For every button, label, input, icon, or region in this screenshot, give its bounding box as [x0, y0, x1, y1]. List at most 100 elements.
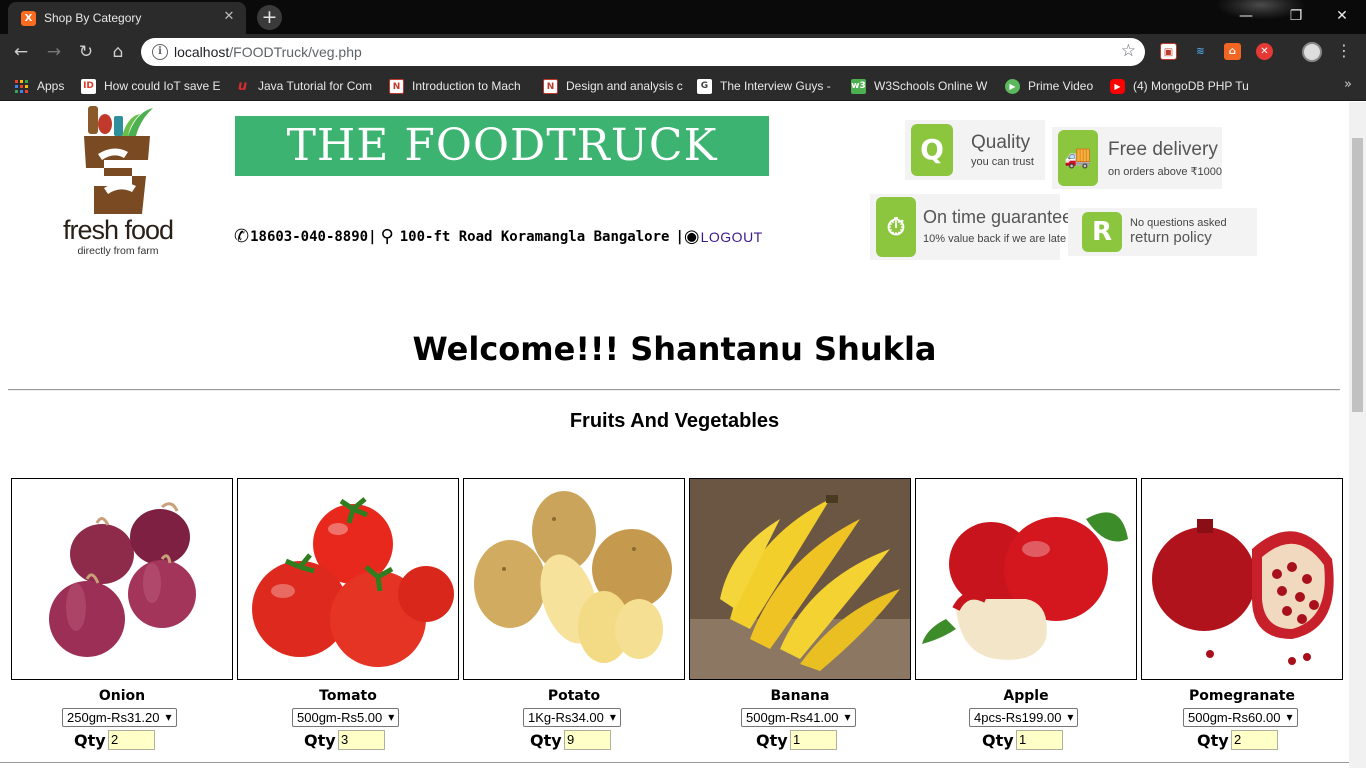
bookmark-star-icon[interactable]: ☆ — [1121, 41, 1136, 61]
new-tab-button[interactable]: + — [257, 5, 282, 30]
bookmark-item[interactable]: ▶ Prime Video — [1005, 76, 1093, 96]
address-bar[interactable]: i localhost/FOODTruck/veg.php ☆ — [141, 38, 1145, 66]
qty-input[interactable]: 3 — [338, 730, 385, 750]
qty-input[interactable]: 9 — [564, 730, 611, 750]
browser-toolbar: ← → ↻ ⌂ i localhost/FOODTruck/veg.php ☆ … — [0, 34, 1366, 70]
grocery-bag-icon — [84, 106, 153, 214]
bookmark-favicon-icon: w3 — [851, 78, 866, 94]
product-image-potato[interactable] — [463, 478, 685, 680]
extension-icon-4[interactable]: ✕ — [1256, 43, 1273, 60]
restore-button[interactable]: ❐ — [1276, 5, 1316, 27]
bookmark-apps[interactable]: Apps — [15, 76, 64, 96]
browser-tab-active[interactable]: X Shop By Category ✕ — [8, 2, 246, 34]
product-name: Apple — [1003, 688, 1049, 704]
bookmark-item[interactable]: ▶ (4) MongoDB PHP Tu — [1110, 76, 1249, 96]
product-size-select[interactable]: 500gm-Rs41.00 — [741, 708, 856, 727]
bookmark-item[interactable]: w3 W3Schools Online W — [851, 76, 987, 96]
browser-titlebar: X Shop By Category ✕ + — ❐ ✕ — [0, 0, 1366, 34]
tab-title: Shop By Category — [44, 11, 142, 25]
back-arrow-icon[interactable]: ← — [9, 40, 33, 64]
qty-label: Qty — [756, 731, 788, 750]
product-image-pomegranate[interactable] — [1141, 478, 1343, 680]
bookmark-item[interactable]: N Design and analysis c — [543, 76, 683, 96]
product-image-tomato[interactable] — [237, 478, 459, 680]
logo-tagline: directly from farm — [77, 245, 159, 257]
user-icon: ◉ — [683, 226, 700, 247]
bookmarks-bar: Apps ID How could IoT save E u Java Tuto… — [0, 70, 1366, 101]
product-size-select[interactable]: 4pcs-Rs199.00 — [969, 708, 1079, 727]
phone-icon: ✆ — [234, 226, 250, 247]
bookmark-favicon-icon: N — [543, 78, 558, 94]
product-name: Potato — [547, 688, 601, 704]
tab-favicon-icon: X — [21, 11, 36, 26]
logout-link[interactable]: LOGOUT — [701, 229, 763, 245]
product-name: Onion — [98, 688, 146, 704]
product-name: Banana — [770, 688, 830, 704]
product-size-select[interactable]: 500gm-Rs60.00 — [1183, 708, 1298, 727]
welcome-heading: Welcome!!! Shantanu Shukla — [412, 330, 937, 368]
extension-icon-1[interactable]: ▣ — [1160, 43, 1177, 60]
extension-icon-3[interactable]: ⌂ — [1224, 43, 1241, 60]
address-url[interactable]: localhost/FOODTruck/veg.php — [174, 44, 362, 60]
bookmarks-overflow-icon[interactable]: » — [1344, 77, 1352, 92]
bookmark-favicon-icon: ▶ — [1110, 78, 1125, 94]
home-icon[interactable]: ⌂ — [106, 40, 130, 64]
page-content: fresh food directly from farm THE FOODTR… — [0, 102, 1349, 768]
reload-icon[interactable]: ↻ — [74, 40, 98, 64]
minimize-button[interactable]: — — [1226, 5, 1266, 27]
product-image-banana[interactable] — [689, 478, 911, 680]
product-size-select[interactable]: 250gm-Rs31.20 — [62, 708, 177, 727]
bookmark-favicon-icon: ID — [81, 78, 96, 94]
contact-line: ✆ 18603-040-8890 | ⚲ 100-ft Road Koraman… — [234, 226, 763, 247]
tab-close-icon[interactable]: ✕ — [220, 8, 238, 26]
banner-title: THE FOODTRUCK — [286, 120, 718, 171]
bottom-divider — [0, 762, 1349, 763]
site-info-icon[interactable]: i — [152, 44, 168, 60]
logo-title: fresh food — [62, 215, 174, 245]
qty-input[interactable]: 1 — [1016, 730, 1063, 750]
product-image-onion[interactable] — [11, 478, 233, 680]
qty-label: Qty — [74, 731, 106, 750]
bookmark-item[interactable]: ID How could IoT save E — [81, 76, 221, 96]
page-scrollbar[interactable] — [1349, 102, 1366, 768]
qty-label: Qty — [982, 731, 1014, 750]
menu-kebab-icon[interactable]: ⋮ — [1336, 41, 1352, 60]
divider — [8, 389, 1340, 391]
fresh-food-logo: fresh food directly from farm — [58, 102, 180, 260]
address-text: 100-ft Road Koramangla Bangalore — [399, 228, 670, 245]
product-size-select[interactable]: 1Kg-Rs34.00 — [523, 708, 621, 727]
product-name: Tomato — [319, 688, 377, 704]
apps-grid-icon — [15, 79, 28, 93]
stopwatch-icon: ⏱ — [876, 197, 916, 257]
badge-return-policy: R No questions asked return policy — [1068, 208, 1257, 256]
product-image-apple[interactable] — [915, 478, 1137, 680]
extension-icon-2[interactable]: ≋ — [1192, 43, 1209, 60]
quality-q-icon: Q — [911, 124, 953, 176]
badge-free-delivery: 🚚 Free delivery on orders above ₹1000 — [1052, 127, 1222, 189]
qty-label: Qty — [1197, 731, 1229, 750]
site-banner: THE FOODTRUCK — [235, 116, 769, 176]
qty-input[interactable]: 1 — [790, 730, 837, 750]
qty-input[interactable]: 2 — [1231, 730, 1278, 750]
badge-on-time: ⏱ On time guarantee 10% value back if we… — [870, 194, 1072, 260]
scrollbar-thumb[interactable] — [1352, 138, 1363, 412]
phone-number: 18603-040-8890 — [250, 228, 369, 245]
close-window-button[interactable]: ✕ — [1322, 5, 1362, 27]
forward-arrow-icon[interactable]: → — [42, 40, 66, 64]
section-title: Fruits And Vegetables — [569, 410, 780, 432]
bookmark-item[interactable]: G The Interview Guys - — [697, 76, 831, 96]
product-size-select[interactable]: 500gm-Rs5.00 — [292, 708, 400, 727]
bookmark-favicon-icon: G — [697, 78, 712, 94]
bookmark-item[interactable]: u Java Tutorial for Com — [235, 76, 372, 96]
bookmark-favicon-icon: ▶ — [1005, 78, 1020, 94]
qty-label: Qty — [530, 731, 562, 750]
qty-input[interactable]: 2 — [108, 730, 155, 750]
delivery-truck-icon: 🚚 — [1058, 130, 1098, 186]
bookmark-favicon-icon: u — [237, 78, 248, 94]
bookmark-item[interactable]: N Introduction to Mach — [389, 76, 521, 96]
location-pin-icon: ⚲ — [380, 226, 394, 247]
profile-avatar[interactable] — [1302, 42, 1322, 62]
return-r-icon: R — [1082, 212, 1122, 252]
qty-label: Qty — [304, 731, 336, 750]
badge-quality: Q Quality you can trust — [905, 120, 1045, 180]
